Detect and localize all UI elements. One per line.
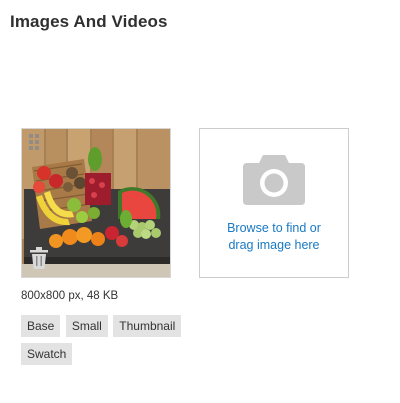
role-tag-swatch[interactable]: Swatch [21,343,73,365]
image-roles: Base Small Thumbnail Swatch [21,315,191,371]
upload-text-line2[interactable]: drag image here [200,237,348,254]
upload-text-line1[interactable]: Browse to find or [200,220,348,237]
trash-icon[interactable] [30,247,48,269]
role-tag-base[interactable]: Base [21,315,61,337]
image-upload-dropzone[interactable]: Browse to find or drag image here [199,128,349,278]
role-tag-thumbnail[interactable]: Thumbnail [113,315,182,337]
role-tag-small[interactable]: Small [65,315,108,337]
camera-icon [243,155,305,205]
upload-instructions[interactable]: Browse to find or drag image here [200,220,348,254]
product-image-item[interactable] [21,128,171,278]
drag-handle-icon[interactable] [29,134,39,150]
section-title: Images And Videos [10,12,168,31]
image-meta: 800x800 px, 48 KB [21,290,119,302]
